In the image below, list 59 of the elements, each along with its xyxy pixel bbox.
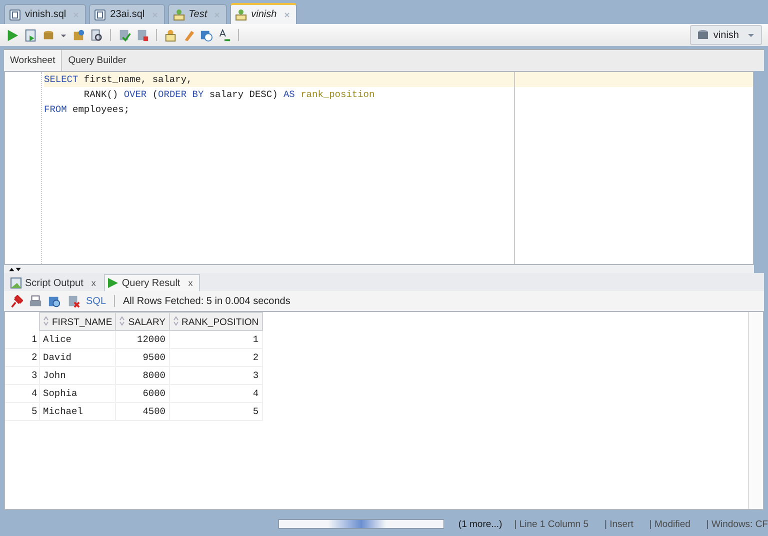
file-tab[interactable]: Test [168,4,228,24]
file-tab[interactable]: vinish [230,3,297,24]
table-cell: 12000 [116,330,170,348]
magnifier-icon[interactable] [90,28,103,42]
column-header[interactable]: RANK_POSITION [169,312,262,330]
editor-tab[interactable]: Worksheet [4,50,62,71]
result-tab[interactable]: Script Output x [8,275,102,291]
row-number: 5 [5,402,40,420]
row-number: 3 [5,366,40,384]
table-cell: 4500 [116,402,170,420]
fetch-message: All Rows Fetched: 5 in 0.004 seconds [123,296,290,306]
file-tab[interactable]: 23ai.sql [89,4,165,24]
vertical-scrollbar[interactable] [748,312,763,509]
row-number: 1 [5,330,40,348]
editor-tab[interactable]: Query Builder [62,50,132,71]
status-item: | Modified [649,518,690,530]
sql-file-icon [9,8,21,20]
table-cell: 8000 [116,366,170,384]
connection-selector[interactable]: vinish [690,25,762,45]
result-tab[interactable]: Query Result x [104,274,200,291]
sql-link[interactable]: SQL [86,296,106,306]
table-cell: 5 [169,402,262,420]
status-item: | Insert [604,518,634,530]
code-editor[interactable]: SELECT first_name, salary, RANK() OVER (ORDER BY salary DESC) AS rank_position FROM employees; [4,71,754,265]
more-tasks-link[interactable]: (1 more...) [458,518,502,530]
rollback-icon[interactable] [136,28,149,42]
table-cell: 6000 [116,384,170,402]
row-number: 2 [5,348,40,366]
run-icon [106,277,119,289]
delete-icon[interactable] [67,294,80,308]
eraser-icon[interactable] [182,28,195,42]
table-cell: 1 [169,330,262,348]
run-icon[interactable] [6,28,19,42]
sort-icon [172,316,179,326]
column-header[interactable]: FIRST_NAME [40,312,116,330]
printer-icon[interactable] [29,294,42,308]
sql-file-icon [94,8,106,20]
status-item: | Windows: CF [706,518,768,530]
table-cell: 9500 [116,348,170,366]
table-cell: Michael [40,402,116,420]
collapse-arrows-icon[interactable] [8,266,22,272]
table-cell: 3 [169,366,262,384]
table-cell: David [40,348,116,366]
file-tab[interactable]: vinish.sql [4,4,86,24]
table-cell: Sophia [40,384,116,402]
table-cell: Alice [40,330,116,348]
status-item: | Line 1 Column 5 [514,518,589,530]
caret-icon [747,31,755,39]
table-cell: 4 [169,384,262,402]
font-case-icon[interactable] [218,28,231,42]
column-header[interactable]: SALARY [116,312,170,330]
table-cell: 2 [169,348,262,366]
table-cell: John [40,366,116,384]
commit-icon[interactable] [118,28,131,42]
code-line: FROM employees; [44,103,131,117]
code-line: RANK() OVER (ORDER BY salary DESC) AS rank_position [82,88,376,102]
sort-icon [43,316,49,326]
sort-icon [119,316,126,326]
row-number: 4 [5,384,40,402]
